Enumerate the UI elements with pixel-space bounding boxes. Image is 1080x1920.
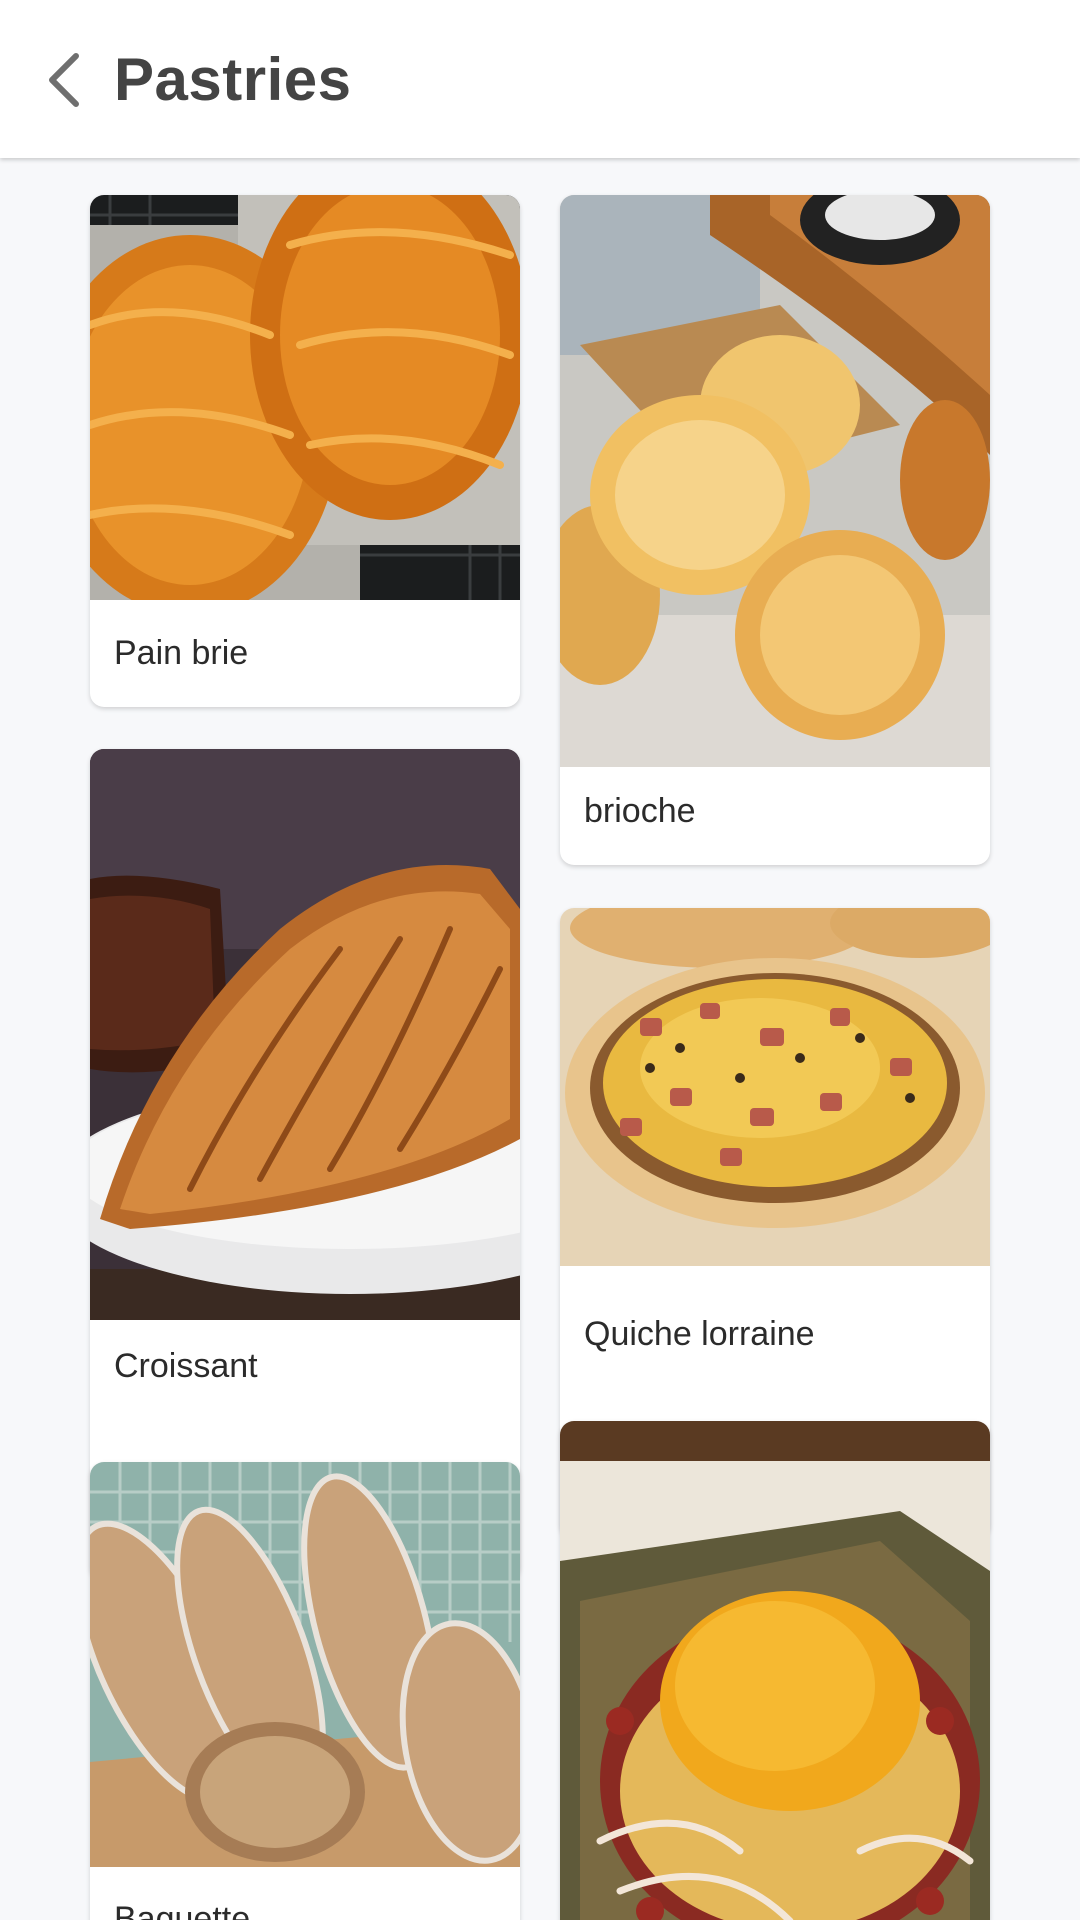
page-title: Pastries xyxy=(114,46,352,113)
pastry-image xyxy=(560,908,990,1266)
pastry-label: Pain brie xyxy=(114,634,249,672)
pastry-grid: Pain brie brioche Croissant Quiche lorra… xyxy=(0,158,1080,1920)
pastry-label: brioche xyxy=(584,792,696,830)
pastry-image xyxy=(560,195,990,767)
pastry-card-croissant[interactable]: Croissant xyxy=(90,749,520,1580)
pastry-image xyxy=(560,1421,990,1920)
pastry-label: Croissant xyxy=(114,1347,258,1385)
pastry-card-galette[interactable] xyxy=(560,1421,990,1920)
pastry-card-pain-brie[interactable]: Pain brie xyxy=(90,195,520,707)
pastry-label: Baguette xyxy=(114,1900,251,1920)
pastry-image xyxy=(90,195,520,600)
pastry-image xyxy=(90,1462,520,1867)
pastry-label: Quiche lorraine xyxy=(584,1315,815,1353)
pastry-image xyxy=(90,749,520,1320)
pastry-card-brioche[interactable]: brioche xyxy=(560,195,990,865)
app-bar: Pastries xyxy=(0,0,1080,158)
chevron-left-icon xyxy=(49,53,79,107)
back-button[interactable] xyxy=(40,46,92,114)
pastry-card-baguette[interactable]: Baguette xyxy=(90,1462,520,1920)
